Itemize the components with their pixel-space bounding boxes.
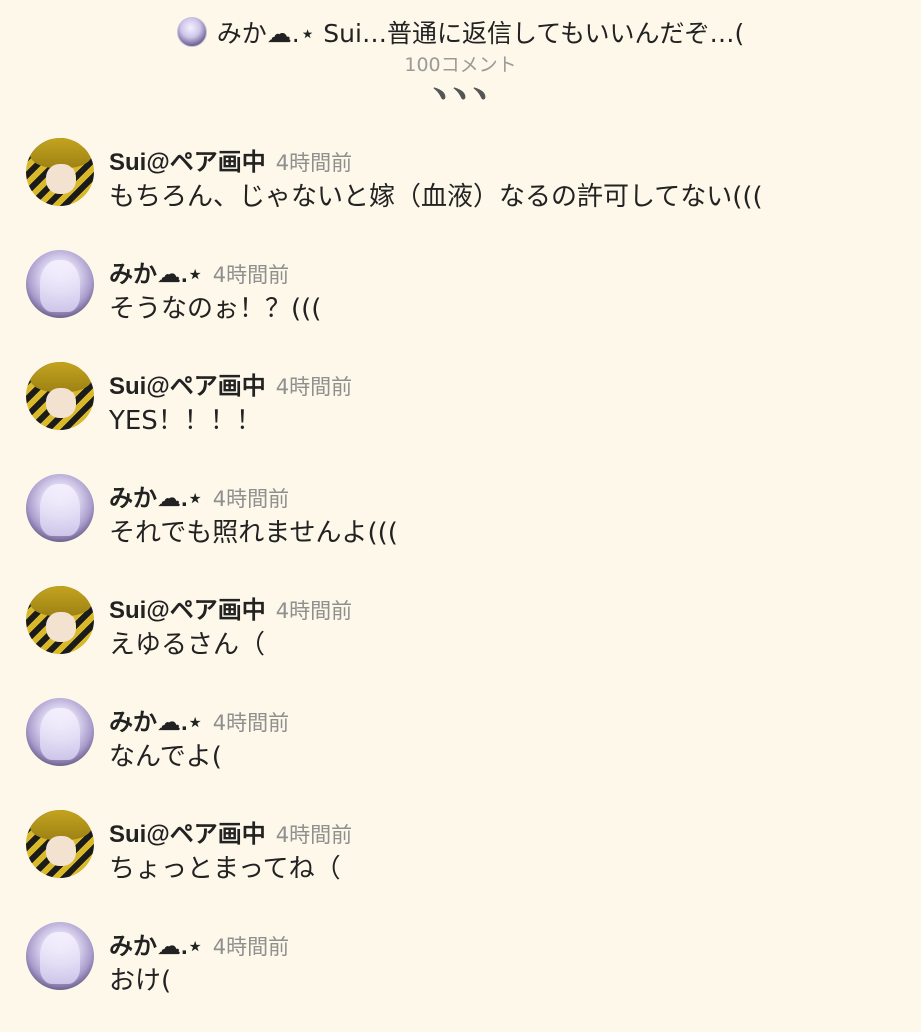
comment-item[interactable]: Sui@ペア画中 4時間前 もちろん、じゃないと嫁（血液）なるの許可してない((… <box>0 138 921 248</box>
comment-item[interactable]: Sui@ペア画中 4時間前 YES！！！！ <box>0 362 921 472</box>
comment-meta: みか☁︎.⋆ 4時間前 <box>109 702 289 737</box>
comment-text: えゆるさん（ <box>109 630 266 660</box>
comment-time: 4時間前 <box>212 935 290 959</box>
comment-time: 4時間前 <box>275 375 353 399</box>
comment-author[interactable]: みか☁︎.⋆ <box>109 702 203 737</box>
avatar[interactable] <box>26 474 94 542</box>
thread-header: みか☁︎.⋆ Sui…普通に返信してもいいんだぞ…( 100コメント ﹅﹅﹅ <box>0 0 921 110</box>
comment-time: 4時間前 <box>275 599 353 623</box>
comment-time: 4時間前 <box>212 487 290 511</box>
comment-author[interactable]: みか☁︎.⋆ <box>109 926 203 961</box>
comment-item[interactable]: みか☁︎.⋆ 4時間前 おけ( <box>0 922 921 1032</box>
comment-meta: みか☁︎.⋆ 4時間前 <box>109 478 289 513</box>
comment-author[interactable]: Sui@ペア画中 <box>109 814 266 849</box>
comment-author[interactable]: Sui@ペア画中 <box>109 366 266 401</box>
comment-text: YES！！！！ <box>109 406 262 436</box>
comment-text: ちょっとまってね（ <box>109 854 341 884</box>
thread-title-row[interactable]: みか☁︎.⋆ Sui…普通に返信してもいいんだぞ…( <box>0 14 921 50</box>
comment-meta: Sui@ペア画中 4時間前 <box>109 142 352 177</box>
avatar[interactable] <box>26 698 94 766</box>
parent-author-avatar[interactable] <box>176 17 207 47</box>
thread-title[interactable]: みか☁︎.⋆ Sui…普通に返信してもいいんだぞ…( <box>217 14 744 50</box>
avatar[interactable] <box>26 922 94 990</box>
comment-time: 4時間前 <box>212 711 290 735</box>
comment-author[interactable]: Sui@ペア画中 <box>109 142 266 177</box>
comment-meta: Sui@ペア画中 4時間前 <box>109 366 352 401</box>
comment-text: なんでよ( <box>109 742 222 772</box>
comment-author[interactable]: みか☁︎.⋆ <box>109 254 203 289</box>
avatar[interactable] <box>26 586 94 654</box>
load-more-indicator[interactable]: ﹅﹅﹅ <box>0 80 921 106</box>
comment-item[interactable]: みか☁︎.⋆ 4時間前 なんでよ( <box>0 698 921 808</box>
avatar[interactable] <box>26 250 94 318</box>
comment-item[interactable]: Sui@ペア画中 4時間前 ちょっとまってね（ <box>0 810 921 920</box>
comment-text: それでも照れませんよ((( <box>109 518 398 548</box>
comment-text: おけ( <box>109 966 172 996</box>
avatar[interactable] <box>26 138 94 206</box>
avatar[interactable] <box>26 362 94 430</box>
comment-meta: みか☁︎.⋆ 4時間前 <box>109 254 289 289</box>
comment-item[interactable]: みか☁︎.⋆ 4時間前 それでも照れませんよ((( <box>0 474 921 584</box>
comment-meta: みか☁︎.⋆ 4時間前 <box>109 926 289 961</box>
avatar[interactable] <box>26 810 94 878</box>
comment-meta: Sui@ペア画中 4時間前 <box>109 814 352 849</box>
comment-author[interactable]: Sui@ペア画中 <box>109 590 266 625</box>
comment-time: 4時間前 <box>275 823 353 847</box>
comment-text: もちろん、じゃないと嫁（血液）なるの許可してない((( <box>109 182 763 212</box>
comment-item[interactable]: Sui@ペア画中 4時間前 えゆるさん（ <box>0 586 921 696</box>
comment-text: そうなのぉ！？((( <box>109 294 322 324</box>
comment-count: 100コメント <box>404 54 517 76</box>
comment-item[interactable]: みか☁︎.⋆ 4時間前 そうなのぉ！？((( <box>0 250 921 360</box>
comment-time: 4時間前 <box>275 151 353 175</box>
comment-meta: Sui@ペア画中 4時間前 <box>109 590 352 625</box>
comment-author[interactable]: みか☁︎.⋆ <box>109 478 203 513</box>
comment-time: 4時間前 <box>212 263 290 287</box>
